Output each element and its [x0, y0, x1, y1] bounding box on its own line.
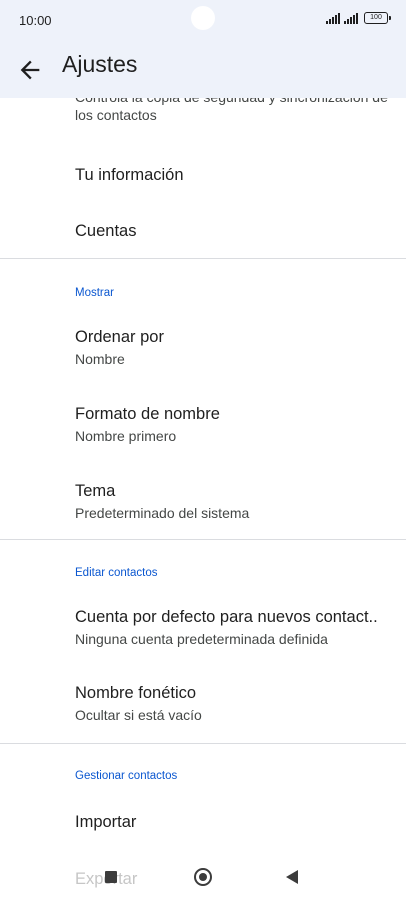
theme-value: Predeterminado del sistema [75, 505, 250, 521]
name-format-value: Nombre primero [75, 428, 177, 444]
phonetic-name-value: Ocultar si está vacío [75, 707, 202, 723]
default-account-label: Cuenta por defecto para nuevos contact.. [75, 608, 378, 626]
theme-label: Tema [75, 482, 116, 500]
default-account-value: Ninguna cuenta predeterminada definida [75, 631, 328, 647]
sort-by-value: Nombre [75, 351, 125, 367]
camera-cutout [191, 6, 215, 30]
import-label: Importar [75, 813, 137, 831]
section-header-display: Mostrar [75, 287, 114, 299]
section-header-manage: Gestionar contactos [75, 770, 178, 782]
phonetic-name-item[interactable]: Nombre fonético Ocultar si está vacío [0, 680, 406, 736]
sort-by-item[interactable]: Ordenar por Nombre [0, 323, 406, 379]
sync-description: Controla la copia de seguridad y sincron… [75, 98, 388, 123]
status-bar: 10:00 100 [0, 0, 406, 42]
signal-icon-2 [344, 12, 358, 24]
name-format-item[interactable]: Formato de nombre Nombre primero [0, 400, 406, 456]
divider [0, 539, 406, 540]
signal-icon [326, 12, 340, 24]
accounts-item[interactable]: Cuentas [0, 210, 406, 254]
accounts-label: Cuentas [75, 222, 137, 240]
import-item[interactable]: Importar [0, 805, 406, 849]
divider [0, 258, 406, 259]
section-header-edit: Editar contactos [75, 567, 158, 579]
name-format-label: Formato de nombre [75, 405, 220, 423]
navigation-bar: Exportar [0, 850, 406, 902]
your-info-item[interactable]: Tu información [0, 154, 406, 198]
page-title: Ajustes [62, 51, 138, 77]
app-bar: Ajustes [0, 42, 406, 98]
battery-icon: 100 [364, 12, 391, 24]
back-triangle-icon[interactable] [286, 870, 298, 884]
your-info-label: Tu información [75, 166, 184, 184]
status-icons: 100 [326, 12, 391, 24]
default-account-item[interactable]: Cuenta por defecto para nuevos contact..… [0, 603, 406, 659]
recents-square-icon[interactable] [105, 871, 117, 883]
phonetic-name-label: Nombre fonético [75, 684, 197, 702]
theme-item[interactable]: Tema Predeterminado del sistema [0, 478, 406, 534]
divider [0, 743, 406, 744]
settings-list[interactable]: Controla la copia de seguridad y sincron… [0, 98, 406, 850]
sort-by-label: Ordenar por [75, 328, 164, 346]
back-arrow-icon[interactable] [16, 56, 44, 84]
home-circle-icon[interactable] [194, 868, 212, 886]
status-time: 10:00 [19, 13, 52, 28]
